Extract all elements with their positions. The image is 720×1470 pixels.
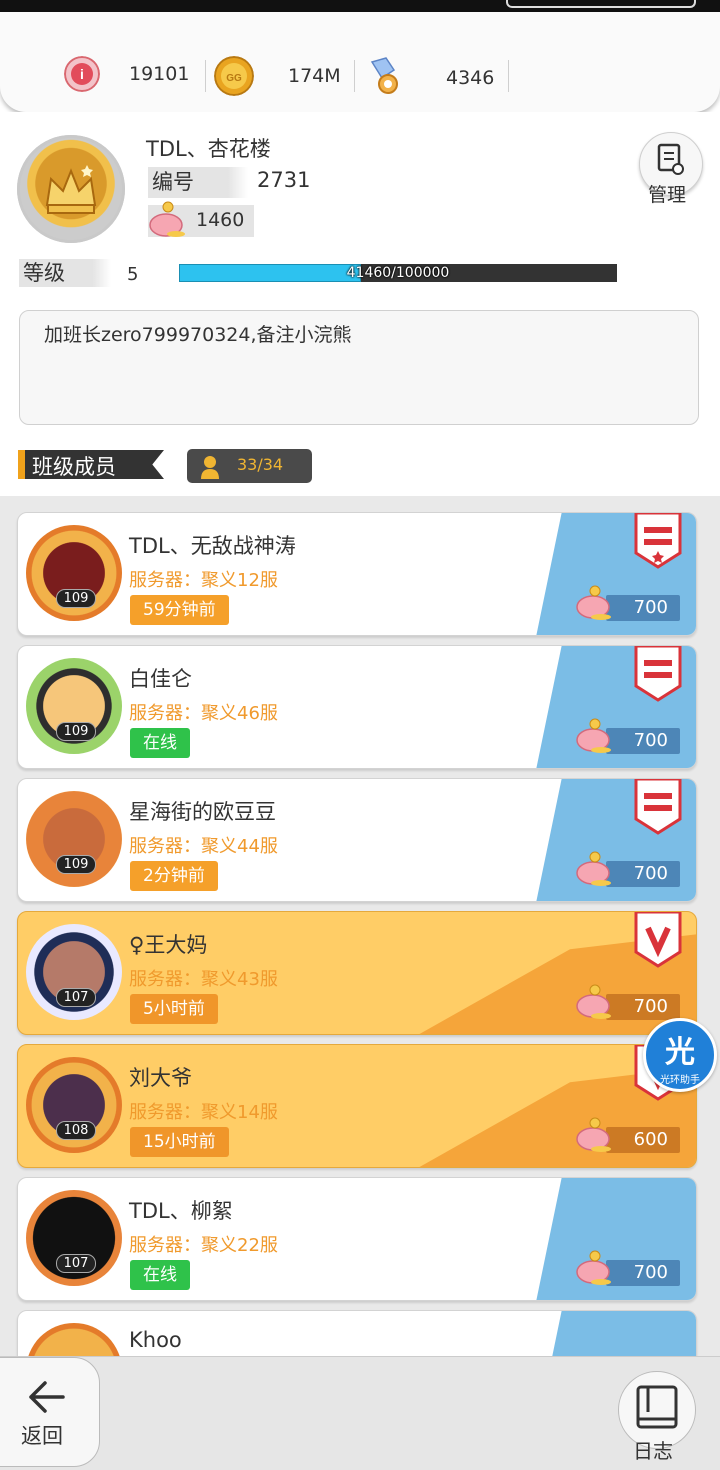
person-icon bbox=[201, 456, 219, 479]
currency-item-gem: 4346 bbox=[364, 56, 494, 100]
divider bbox=[205, 60, 206, 92]
svg-text:GG: GG bbox=[226, 73, 242, 84]
class-profile: TDL、杏花楼 编号 2731 1460 管理 等级 5 41460/10000… bbox=[0, 112, 720, 500]
member-server: 服务器：聚义44服 bbox=[129, 836, 278, 857]
red-v-badge-icon bbox=[634, 912, 682, 968]
piggy-bank-icon bbox=[576, 851, 611, 886]
member-server: 服务器：聚义46服 bbox=[129, 703, 278, 724]
level-value: 5 bbox=[127, 264, 139, 285]
member-contribution: 700 bbox=[606, 728, 680, 754]
class-notice: 加班长zero799970324,备注小浣熊 bbox=[19, 310, 699, 425]
member-count-badge: 33/34 bbox=[187, 449, 312, 483]
exp-progress-text: 41460/100000 bbox=[346, 265, 450, 281]
currency-item-crystal: i 19101 bbox=[64, 56, 189, 92]
bottom-bar: 返回 日志 bbox=[0, 1356, 720, 1470]
piggy-bank-icon bbox=[576, 984, 611, 1019]
svg-text:i: i bbox=[80, 66, 84, 82]
member-card[interactable]: 109 星海街的欧豆豆 服务器：聚义44服 2分钟前 700 bbox=[17, 778, 697, 902]
member-contribution: 600 bbox=[606, 1127, 680, 1153]
currency-value-gold: 174M bbox=[288, 65, 341, 87]
member-name: 刘大爷 bbox=[129, 1066, 192, 1090]
piggy-bank-icon bbox=[576, 1117, 611, 1152]
member-card[interactable]: 107 TDL、柳絮服务器：聚义22服在线 700 bbox=[17, 1177, 697, 1301]
member-level: 109 bbox=[56, 722, 96, 741]
exp-progress-bar: 41460/100000 bbox=[179, 264, 617, 282]
crown-badge-icon bbox=[17, 135, 125, 243]
member-card[interactable]: Khoo bbox=[17, 1310, 697, 1356]
member-server: 服务器：聚义14服 bbox=[129, 1102, 278, 1123]
gold-coin-icon: GG bbox=[214, 56, 254, 96]
member-online-status: 在线 bbox=[130, 728, 190, 758]
member-count: 33/34 bbox=[237, 455, 284, 474]
currency-item-gold: GG 174M bbox=[214, 56, 341, 96]
member-name: Khoo bbox=[129, 1328, 182, 1352]
member-contribution: 700 bbox=[606, 994, 680, 1020]
red-rank-badge-icon bbox=[634, 646, 682, 702]
member-online-status: 15小时前 bbox=[130, 1127, 229, 1157]
currency-panel: i 19101 GG 174M 4346 bbox=[0, 12, 720, 112]
red-rank-star-badge-icon bbox=[634, 513, 682, 569]
back-label: 返回 bbox=[21, 1424, 63, 1448]
member-contribution: 700 bbox=[606, 1260, 680, 1286]
crown-icon bbox=[45, 165, 97, 214]
red-crystal-coin-icon: i bbox=[64, 56, 100, 92]
member-name: TDL、无敌战神涛 bbox=[129, 534, 296, 558]
member-avatar bbox=[26, 1323, 122, 1356]
currency-value-gem: 4346 bbox=[446, 67, 495, 89]
piggy-bank-icon bbox=[149, 201, 185, 237]
currency-value-crystal: 19101 bbox=[129, 63, 190, 85]
level-label: 等级 bbox=[19, 259, 111, 287]
member-name: TDL、柳絮 bbox=[129, 1199, 233, 1223]
member-online-status: 在线 bbox=[130, 1260, 190, 1290]
member-name: 星海街的欧豆豆 bbox=[129, 800, 276, 824]
class-name: TDL、杏花楼 bbox=[146, 137, 271, 161]
divider bbox=[508, 60, 509, 92]
red-rank-badge-icon bbox=[634, 779, 682, 835]
halo-assistant-icon: 光 bbox=[665, 1035, 695, 1070]
member-list[interactable]: 109 TDL、无敌战神涛 服务器：聚义12服 59分钟前 700 109 白佳仑服务器：聚… bbox=[0, 496, 720, 1356]
log-label[interactable]: 日志 bbox=[633, 1435, 673, 1464]
back-button[interactable]: 返回 bbox=[0, 1357, 100, 1467]
member-card[interactable]: 107 ♀王大妈服务器：聚义43服 5小时前 700 bbox=[17, 911, 697, 1035]
piggy-bank-icon bbox=[576, 718, 611, 753]
card-decoration bbox=[536, 1311, 696, 1356]
divider bbox=[354, 60, 355, 92]
piggy-bank-box: 1460 bbox=[148, 201, 254, 237]
member-server: 服务器：聚义22服 bbox=[129, 1235, 278, 1256]
pacifier-gem-icon bbox=[370, 57, 398, 94]
back-arrow-icon bbox=[29, 1381, 65, 1413]
id-value: 2731 bbox=[257, 168, 311, 192]
member-name: 白佳仑 bbox=[129, 667, 192, 691]
member-level: 107 bbox=[56, 1254, 96, 1273]
id-label: 编号 bbox=[148, 167, 248, 198]
status-pill bbox=[506, 0, 696, 8]
members-section-title: 班级成员 bbox=[18, 450, 164, 479]
status-bar bbox=[0, 0, 720, 12]
halo-assistant-label: 光环助手 bbox=[660, 1075, 700, 1086]
member-level: 109 bbox=[56, 589, 96, 608]
member-online-status: 59分钟前 bbox=[130, 595, 229, 625]
member-online-status: 5小时前 bbox=[130, 994, 218, 1024]
member-level: 107 bbox=[56, 988, 96, 1007]
members-title-text: 班级成员 bbox=[32, 455, 116, 479]
manage-label[interactable]: 管理 bbox=[648, 180, 686, 207]
member-server: 服务器：聚义12服 bbox=[129, 570, 278, 591]
halo-assistant-button[interactable]: 光 光环助手 bbox=[643, 1018, 717, 1092]
member-online-status: 2分钟前 bbox=[130, 861, 218, 891]
member-card[interactable]: 108 刘大爷服务器：聚义14服 15小时前 600 bbox=[17, 1044, 697, 1168]
piggy-value: 1460 bbox=[196, 209, 245, 231]
piggy-bank-icon bbox=[576, 1250, 611, 1285]
member-name: ♀王大妈 bbox=[129, 933, 208, 957]
member-contribution: 700 bbox=[606, 595, 680, 621]
title-accent-bar bbox=[18, 450, 25, 479]
piggy-bank-icon bbox=[576, 585, 611, 620]
member-server: 服务器：聚义43服 bbox=[129, 969, 278, 990]
member-contribution: 700 bbox=[606, 861, 680, 887]
member-card[interactable]: 109 白佳仑服务器：聚义46服在线 700 bbox=[17, 645, 697, 769]
member-level: 108 bbox=[56, 1121, 96, 1140]
member-card[interactable]: 109 TDL、无敌战神涛 服务器：聚义12服 59分钟前 700 bbox=[17, 512, 697, 636]
member-level: 109 bbox=[56, 855, 96, 874]
